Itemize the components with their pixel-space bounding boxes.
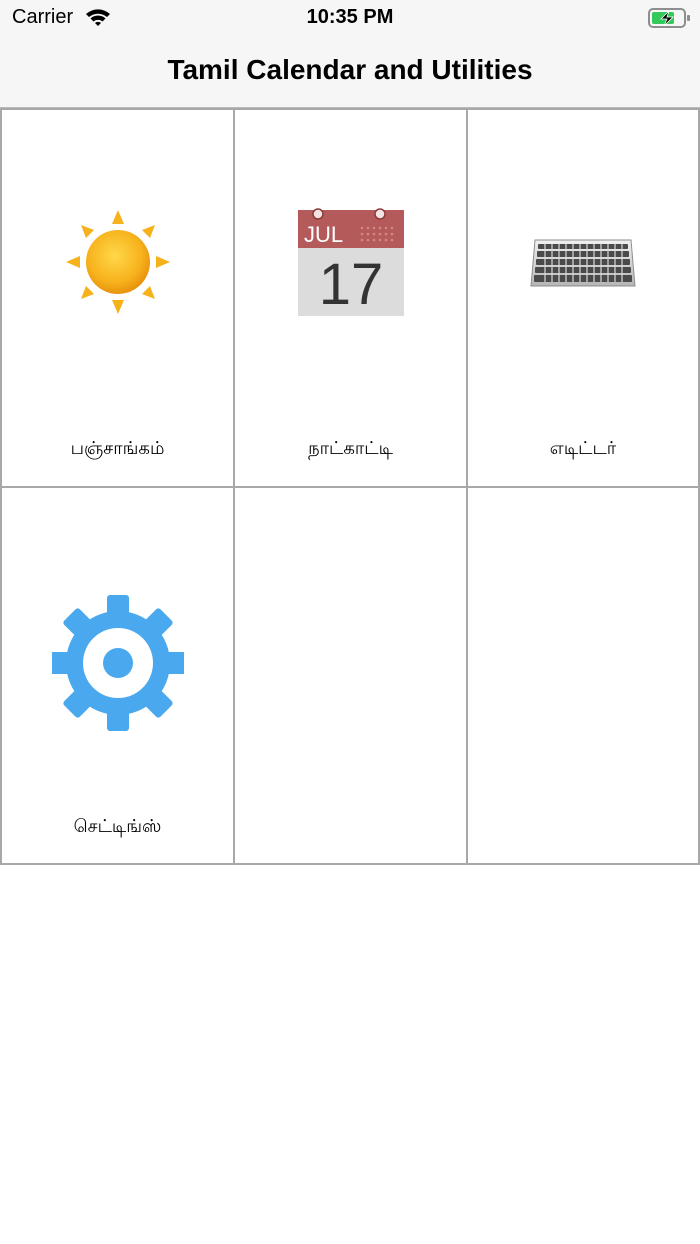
gear-icon xyxy=(51,595,184,731)
tile-calendar[interactable]: JUL 17 நாட்காட்டி xyxy=(233,108,468,488)
sun-icon xyxy=(65,210,170,314)
page-title: Tamil Calendar and Utilities xyxy=(167,54,533,85)
tile-panchangam[interactable]: பஞ்சாங்கம் xyxy=(0,108,235,488)
status-bar: Carrier 10:35 PM xyxy=(0,0,700,36)
battery-charging-icon xyxy=(648,8,690,28)
calendar-month: JUL xyxy=(304,222,343,247)
tile-editor[interactable]: எடிட்டர் xyxy=(466,108,700,488)
calendar-icon: JUL 17 xyxy=(297,208,404,317)
navigation-bar: Tamil Calendar and Utilities xyxy=(0,36,700,108)
status-time: 10:35 PM xyxy=(306,6,394,28)
tile-empty xyxy=(233,486,468,865)
tile-settings[interactable]: செட்டிங்ஸ் xyxy=(0,486,235,865)
tile-label: நாட்காட்டி xyxy=(308,438,393,459)
tile-empty xyxy=(466,486,700,865)
menu-grid: பஞ்சாங்கம் JUL 17 நாட்காட்டி எடிட்டர் செ… xyxy=(0,108,700,865)
calendar-day: 17 xyxy=(318,252,383,317)
keyboard-icon xyxy=(530,239,636,287)
tile-label: பஞ்சாங்கம் xyxy=(70,438,165,459)
tile-label: செட்டிங்ஸ் xyxy=(73,816,162,837)
tile-label: எடிட்டர் xyxy=(549,438,617,459)
